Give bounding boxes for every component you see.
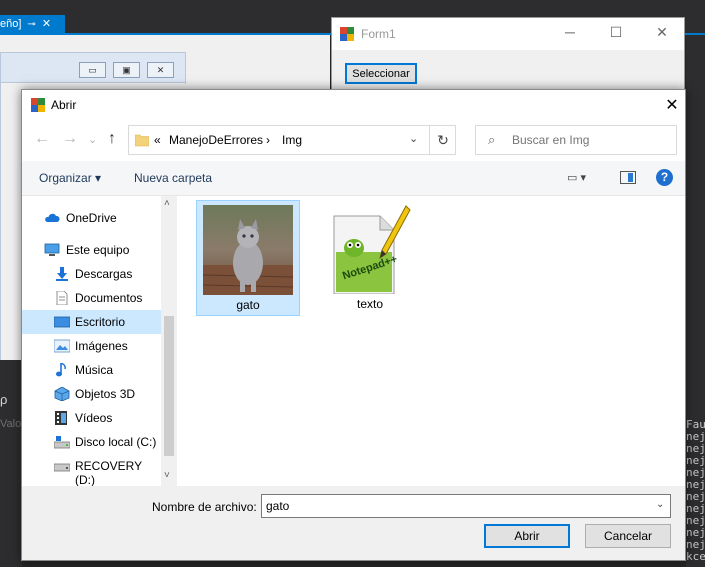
folder-icon [135,134,149,147]
nav-item-videos[interactable]: Vídeos [22,406,161,430]
vs-output-line: kce [686,550,705,563]
maximize-icon[interactable]: ☐ [606,24,626,41]
form-app-icon [340,27,354,41]
new-folder-button[interactable]: Nueva carpeta [134,171,212,185]
download-icon [56,267,68,281]
cancel-button[interactable]: Cancelar [585,524,671,548]
help-icon[interactable]: ? [656,169,673,186]
address-bar[interactable]: « ManejoDeErrores › Img ⌄ ↻ [128,125,456,155]
recovery-drive-icon [54,463,70,472]
chevron-down-icon[interactable]: ⌄ [656,499,664,510]
organize-menu-button[interactable]: Organizar ▾ [39,171,101,185]
desktop-icon [54,316,70,328]
nav-item-label: Vídeos [75,411,113,425]
nav-item-label: Descargas [75,267,133,281]
address-segment-manejodeerrores[interactable]: ManejoDeErrores [169,133,263,147]
form1-window: Form1 ─ ☐ ✕ Seleccionar [331,17,685,97]
nav-item-label: RECOVERY (D:) [75,459,142,487]
change-view-icon[interactable]: ▭ ▾ [567,171,586,184]
forward-arrow-icon[interactable]: → [62,130,78,148]
pin-icon[interactable]: ⊸ [27,19,35,30]
filename-input[interactable] [266,498,646,514]
nav-item-descargas[interactable]: Descargas [22,262,161,286]
nav-item-documentos[interactable]: Documentos [22,286,161,310]
dialog-bottom-panel: Nombre de archivo: ⌄ Abrir Cancelar [22,486,685,560]
seleccionar-button[interactable]: Seleccionar [345,63,417,84]
form1-title: Form1 [361,27,396,41]
address-overflow-icon[interactable]: « [154,133,161,147]
search-box[interactable]: ⌕ [475,125,677,155]
filename-label: Nombre de archivo: [152,500,257,514]
scrollbar-thumb[interactable] [164,316,174,456]
nav-item-disco-local[interactable]: Disco local (C:) [22,430,161,454]
close-icon[interactable]: ✕ [652,24,672,41]
designer-form-titlebar: ▭ ▣ ✕ [1,53,185,83]
nav-item-recovery[interactable]: RECOVERY (D:) [22,454,161,487]
nav-item-musica[interactable]: Música [22,358,161,382]
file-item-gato[interactable]: gato [196,200,300,316]
search-icon: ⌕ [488,132,496,147]
open-button[interactable]: Abrir [484,524,570,548]
nav-item-label: Objetos 3D [75,387,136,401]
nav-item-label: Escritorio [75,315,126,329]
nav-item-label: Música [75,363,114,377]
search-input[interactable] [512,131,672,149]
document-icon [56,291,68,305]
minimize-icon[interactable]: ─ [560,24,580,40]
nav-item-label: Documentos [75,291,143,305]
file-name: texto [356,297,383,311]
vs-tab-label: eño] [0,18,22,30]
file-name: gato [236,298,260,312]
designer-close-icon: ✕ [147,62,174,78]
search-icon: ρ [0,392,8,407]
form1-titlebar: Form1 ─ ☐ ✕ [332,18,684,50]
breadcrumb-chevron-icon: › [266,133,270,147]
local-disk-icon [54,436,70,449]
command-toolbar: Organizar ▾ Nueva carpeta ▭ ▾ ? [22,161,685,196]
nav-item-imagenes[interactable]: Imágenes [22,334,161,358]
vs-column-header: Valo [0,418,22,430]
dialog-titlebar: Abrir ✕ [22,90,685,120]
pictures-icon [54,339,70,353]
navigation-pane: OneDrive Este equipo Descargas Documento… [22,196,177,487]
music-icon [56,363,66,377]
cloud-icon [45,213,60,222]
nav-item-este-equipo[interactable]: Este equipo [22,238,161,262]
nav-item-escritorio[interactable]: Escritorio [22,310,161,334]
tab-close-icon[interactable]: ✕ [42,18,51,30]
dialog-title: Abrir [51,98,77,112]
file-item-texto[interactable]: Notepad++ texto [318,200,422,316]
3d-objects-icon [54,387,70,401]
refresh-icon[interactable]: ↻ [429,126,456,154]
videos-icon [55,411,67,425]
nav-item-label: Disco local (C:) [75,435,157,449]
designer-minimize-icon: ▭ [79,62,106,78]
nav-item-label: Este equipo [66,243,130,257]
scroll-up-icon[interactable]: ˄ [164,198,170,209]
preview-pane-icon[interactable] [620,171,636,184]
back-arrow-icon[interactable]: ← [34,130,50,148]
up-arrow-icon[interactable]: ↑ [108,130,116,148]
cat-photo-thumbnail [203,205,293,295]
nav-item-label: OneDrive [66,211,117,225]
scroll-down-icon[interactable]: ˅ [164,470,170,481]
nav-item-onedrive[interactable]: OneDrive [22,206,161,230]
close-icon[interactable]: ✕ [662,95,682,115]
address-segment-img[interactable]: Img [282,133,302,147]
notepad-plus-plus-icon: Notepad++ [333,205,411,294]
vs-document-tab[interactable]: eño] ⊸ ✕ [0,15,65,33]
nav-item-label: Imágenes [75,339,128,353]
file-list: gato Notepad++ texto [178,196,685,486]
computer-icon [44,243,60,256]
designer-maximize-icon: ▣ [113,62,140,78]
navigation-scrollbar[interactable]: ˄ ˅ [161,196,177,486]
filename-combobox[interactable]: ⌄ [261,494,671,518]
nav-item-objetos-3d[interactable]: Objetos 3D [22,382,161,406]
dialog-app-icon [31,98,45,112]
open-file-dialog: Abrir ✕ ← → ⌄ ↑ « ManejoDeErrores › Img … [21,89,686,561]
chevron-down-icon[interactable]: ⌄ [409,132,418,145]
recent-locations-icon[interactable]: ⌄ [88,133,97,146]
